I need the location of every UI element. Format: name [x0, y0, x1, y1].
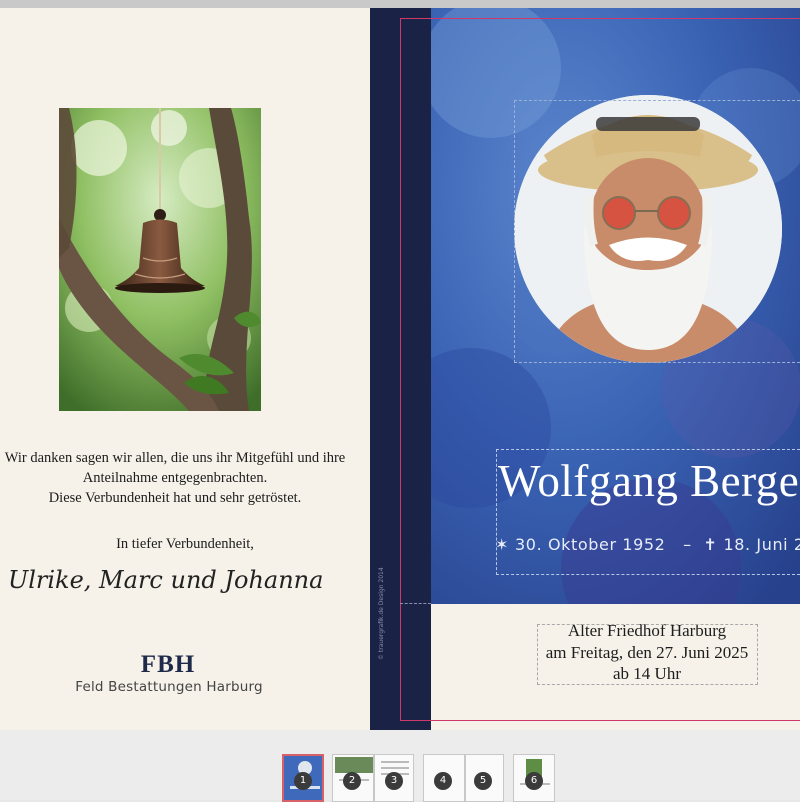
birth-star-icon: ✶	[495, 535, 510, 554]
page-thumbnail-bar: 1 2 3 4 5 6	[0, 730, 800, 802]
spine-copyright: © trauergrafik.de Design 2014	[378, 567, 385, 660]
life-dates: ✶ 30. Oktober 1952 – ✝ 18. Juni 2025	[495, 535, 800, 554]
page-number-badge: 6	[525, 772, 543, 790]
signature-text: Ulrike, Marc und Johanna	[8, 566, 323, 594]
page-right-cover[interactable]: Wolfgang Berger ✶ 30. Oktober 1952 – ✝ 18.…	[431, 8, 800, 730]
portrait-photo[interactable]	[514, 95, 782, 363]
thanks-text: Wir danken sagen wir allen, die uns ihr …	[0, 448, 370, 508]
page-number-badge: 3	[385, 772, 403, 790]
death-cross-icon: ✝	[703, 535, 718, 554]
ceremony-line: Alter Friedhof Harburg	[567, 621, 727, 640]
page-number-badge: 5	[474, 772, 492, 790]
page-number-badge: 4	[434, 772, 452, 790]
date-separator: –	[683, 535, 692, 554]
ceremony-info: Alter Friedhof Harburg am Freitag, den 2…	[536, 620, 758, 685]
thanks-line: Anteilnahme entgegenbrachten.	[82, 470, 268, 486]
birth-date: 30. Oktober 1952	[515, 535, 666, 554]
top-bar	[0, 0, 800, 8]
page-left[interactable]: Wir danken sagen wir allen, die uns ihr …	[0, 8, 370, 730]
deceased-name: Wolfgang Berger	[498, 456, 800, 506]
thanks-line: Diese Verbundenheit hat und sehr getröst…	[48, 490, 302, 506]
company-name: Feld Bestattungen Harburg	[75, 679, 263, 695]
closing-text: In tiefer Verbundenheit,	[116, 536, 254, 552]
death-date: 18. Juni 2025	[723, 535, 800, 554]
ceremony-line: ab 14 Uhr	[613, 664, 681, 683]
ceremony-line: am Freitag, den 27. Juni 2025	[545, 642, 749, 662]
page-number-badge: 2	[343, 772, 361, 790]
thanks-line: Wir danken sagen wir allen, die uns ihr …	[4, 450, 346, 466]
handwritten-signature: Ulrike, Marc und Johanna	[8, 566, 323, 594]
fbh-logo: FBH	[140, 651, 196, 678]
page-number-badge: 1	[294, 772, 312, 790]
bell-photo[interactable]	[59, 108, 261, 411]
